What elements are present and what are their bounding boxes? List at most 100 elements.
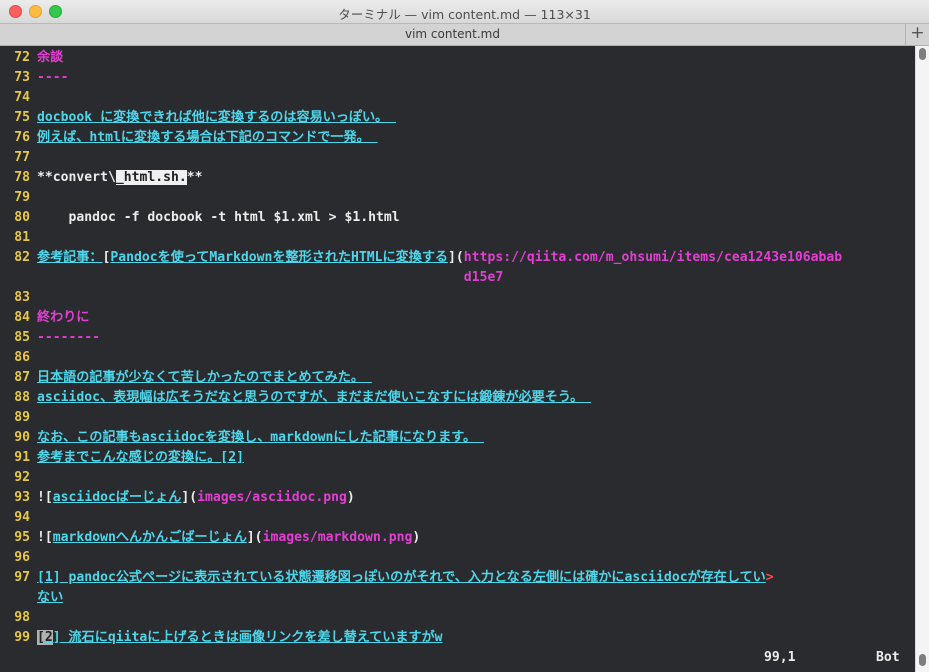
- line-text: 参考までこんな感じの変換に。[2]: [37, 450, 244, 465]
- new-tab-button[interactable]: +: [905, 24, 929, 45]
- scroll-thumb[interactable]: [919, 654, 926, 666]
- search-highlight: _html.sh.: [115, 170, 187, 185]
- editor-line: 83: [0, 288, 30, 308]
- line-number: 89: [14, 410, 30, 425]
- editor-line: 79: [0, 188, 30, 208]
- line-text: ![: [37, 530, 53, 545]
- wrap-marker: >: [765, 570, 774, 585]
- editor-line: 78 **convert\_html.sh.**: [0, 168, 203, 188]
- editor-line: 85 --------: [0, 328, 100, 348]
- terminal-content[interactable]: 72 余談 73 ---- 74 75 docbook に変換できれば他に変換するのは…: [0, 46, 915, 672]
- line-text: 参考記事：: [37, 250, 103, 265]
- line-number: 78: [14, 170, 30, 185]
- line-number: 90: [14, 430, 30, 445]
- text-cursor[interactable]: [2: [37, 630, 53, 645]
- line-number: 80: [14, 210, 30, 225]
- line-number: 81: [14, 230, 30, 245]
- line-number: 79: [14, 190, 30, 205]
- editor-line: 74: [0, 88, 30, 108]
- tab-bar: vim content.md +: [0, 24, 929, 46]
- line-number: 97: [14, 570, 30, 585]
- line-number: 74: [14, 90, 30, 105]
- line-text: asciidoc、表現幅は広そうだなと思うのですが、まだまだ使いこなすには鍛錬が…: [37, 390, 592, 405]
- line-text: 例えば、htmlに変換する場合は下記のコマンドで一発。: [37, 130, 378, 145]
- editor-line: 75 docbook に変換できれば他に変換するのは容易いっぽい。: [0, 108, 396, 128]
- line-number: 87: [14, 370, 30, 385]
- vertical-scrollbar[interactable]: [915, 46, 929, 672]
- editor-line: 96: [0, 548, 30, 568]
- editor-line: 88 asciidoc、表現幅は広そうだなと思うのですが、まだまだ使いこなすには鍛…: [0, 388, 591, 408]
- editor-line: 99 [2] 流石にqiitaに上げるときは画像リンクを差し替えていますがw: [0, 628, 443, 648]
- editor-line: 86: [0, 348, 30, 368]
- terminal-window: ターミナル — vim content.md — 113×31 vim cont…: [0, 0, 929, 672]
- editor-line: 90 なお、この記事もasciidocを変換し、markdownにした記事になりま…: [0, 428, 484, 448]
- window-title: ターミナル — vim content.md — 113×31: [338, 7, 591, 22]
- editor-line: 89: [0, 408, 30, 428]
- editor-line: 98: [0, 608, 30, 628]
- editor-line: 94: [0, 508, 30, 528]
- title-bar[interactable]: ターミナル — vim content.md — 113×31: [0, 0, 929, 24]
- editor-line: 80 pandoc -f docbook -t html $1.xml > $1…: [0, 208, 400, 228]
- editor-line: 72 余談: [0, 48, 63, 68]
- line-number: 91: [14, 450, 30, 465]
- line-text: 流石にqiitaに上げるときは画像リンクを差し替えていますがw: [60, 630, 443, 645]
- line-text: 終わりに: [37, 310, 90, 325]
- link-url: https://qiita.com/m_ohsumi/items/cea1243…: [463, 250, 843, 285]
- editor-line: 82 参考記事：[Pandocを使ってMarkdownを整形されたHTMLに変換す…: [0, 248, 844, 285]
- line-number: 99: [14, 630, 30, 645]
- line-number: 93: [14, 490, 30, 505]
- line-number: 82: [14, 250, 30, 265]
- line-number: 73: [14, 70, 30, 85]
- line-text: ](: [246, 530, 263, 545]
- editor-line: 77: [0, 148, 30, 168]
- line-number: 76: [14, 130, 30, 145]
- line-text: ](: [181, 490, 198, 505]
- editor-line: 76 例えば、htmlに変換する場合は下記のコマンドで一発。: [0, 128, 378, 148]
- line-text: ----: [37, 70, 69, 85]
- editor-line: ない: [0, 588, 63, 608]
- line-text: なお、この記事もasciidocを変換し、markdownにした記事になります。: [37, 430, 484, 445]
- link-url: images/asciidoc.png: [197, 490, 347, 505]
- link-text: Pandocを使ってMarkdownを整形されたHTMLに変換する: [110, 250, 449, 265]
- line-number: 92: [14, 470, 30, 485]
- line-text: 日本語の記事が少なくて苦しかったのでまとめてみた。: [37, 370, 372, 385]
- line-number: 98: [14, 610, 30, 625]
- link-text: markdownへんかんごばーじょん: [52, 530, 247, 545]
- line-text: pandoc -f docbook -t html $1.xml > $1.ht…: [37, 210, 400, 225]
- editor-line: 91 参考までこんな感じの変換に。[2]: [0, 448, 244, 468]
- line-text: ): [346, 490, 355, 505]
- link-url: images/markdown.png: [262, 530, 413, 545]
- line-number: 96: [14, 550, 30, 565]
- editor-line: 93 ![asciidocばーじょん](images/asciidoc.png): [0, 488, 355, 508]
- scroll-up-thumb[interactable]: [919, 48, 926, 60]
- line-text: --------: [37, 330, 101, 345]
- line-text: [1] pandoc公式ページに表示されている状態遷移図っぽいのがそれで、入力と…: [37, 570, 766, 585]
- line-text: **: [186, 170, 203, 185]
- line-text: ): [412, 530, 421, 545]
- line-number: 95: [14, 530, 30, 545]
- line-number: 84: [14, 310, 30, 325]
- line-text: ない: [37, 590, 64, 605]
- tab-vim-content[interactable]: vim content.md: [0, 24, 905, 45]
- editor-line: 87 日本語の記事が少なくて苦しかったのでまとめてみた。: [0, 368, 372, 388]
- scroll-position: Bot: [876, 650, 900, 665]
- line-number: 88: [14, 390, 30, 405]
- editor-line: 81: [0, 228, 30, 248]
- editor-line: 92: [0, 468, 30, 488]
- line-number: 86: [14, 350, 30, 365]
- line-text: **convert\: [37, 170, 116, 185]
- editor-line: 95 ![markdownへんかんごばーじょん](images/markdown.…: [0, 528, 420, 548]
- line-number: 75: [14, 110, 30, 125]
- link-text: asciidocばーじょん: [52, 490, 182, 505]
- line-number: 85: [14, 330, 30, 345]
- line-number: 72: [14, 50, 30, 65]
- editor-line: 97 [1] pandoc公式ページに表示されている状態遷移図っぽいのがそれで、入…: [0, 568, 774, 588]
- editor-line: 73 ----: [0, 68, 69, 88]
- line-text: 余談: [37, 50, 64, 65]
- line-text: ](: [448, 250, 464, 265]
- line-number: 94: [14, 510, 30, 525]
- line-text: ]: [52, 630, 61, 645]
- cursor-position: 99,1: [764, 650, 796, 665]
- line-text: ![: [37, 490, 53, 505]
